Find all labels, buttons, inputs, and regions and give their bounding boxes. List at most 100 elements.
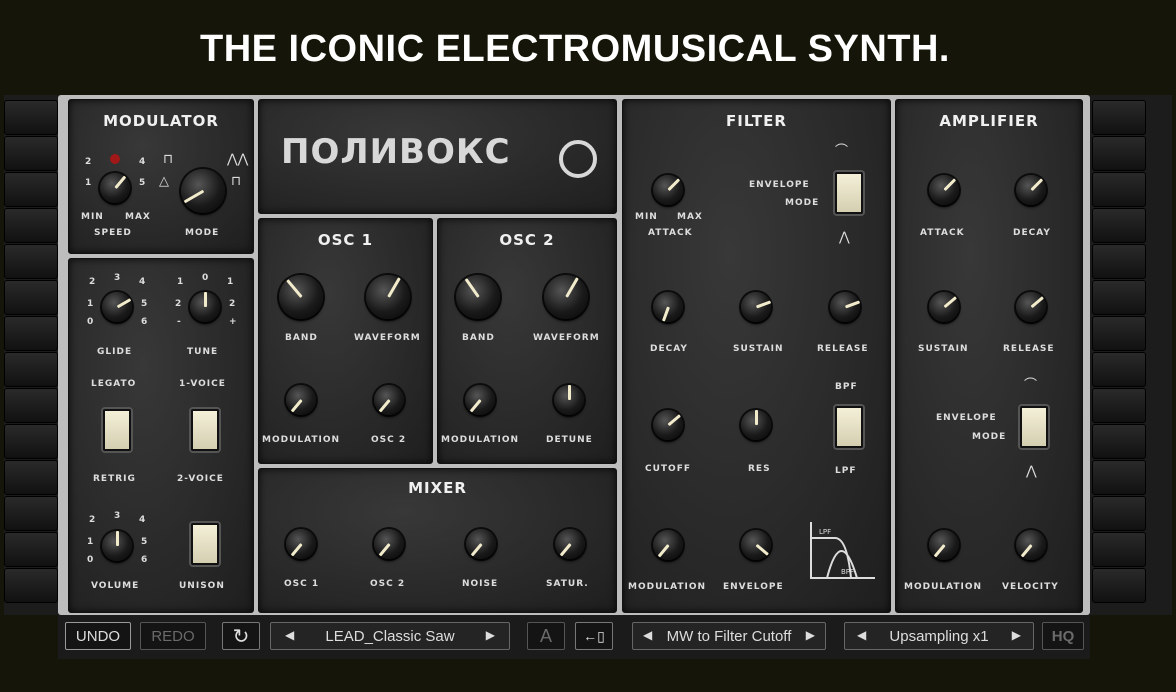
- rack-slat: [4, 496, 58, 531]
- filter-modulation-label: MODULATION: [628, 582, 707, 592]
- filter-attack-label: ATTACK: [648, 228, 693, 238]
- rack-slat: [4, 388, 58, 423]
- mixer-satur-label: SATUR.: [546, 579, 589, 589]
- ab-compare-button[interactable]: A: [527, 622, 565, 650]
- redo-button[interactable]: REDO: [140, 622, 206, 650]
- rack-slat: [1092, 172, 1146, 207]
- rack-slat: [1092, 496, 1146, 531]
- osc1-band-knob[interactable]: [279, 275, 323, 319]
- filter-envelope-amount-label: ENVELOPE: [723, 582, 784, 592]
- rack-slat: [4, 172, 58, 207]
- upsampling-selector[interactable]: ◀ Upsampling x1 ▶: [844, 622, 1034, 650]
- osc1-modulation-knob[interactable]: [286, 385, 316, 415]
- osc1-osc2-knob[interactable]: [374, 385, 404, 415]
- filter-cutoff-knob[interactable]: [653, 410, 683, 440]
- filter-title: FILTER: [726, 112, 787, 130]
- amp-decay-label: DECAY: [1013, 228, 1051, 238]
- mixer-noise-knob[interactable]: [466, 529, 496, 559]
- filter-type-switch[interactable]: [835, 406, 863, 448]
- rack-slat: [1092, 316, 1146, 351]
- osc1-osc2-label: OSC 2: [371, 435, 407, 445]
- two-voice-label: 2-VOICE: [177, 474, 224, 484]
- amp-release-knob[interactable]: [1016, 292, 1046, 322]
- mode-knob[interactable]: [181, 169, 225, 213]
- mixer-osc2-label: OSC 2: [370, 579, 406, 589]
- filter-envelope-knob[interactable]: [741, 530, 771, 560]
- osc1-band-label: BAND: [285, 333, 318, 343]
- filter-modulation-knob[interactable]: [653, 530, 683, 560]
- amp-envelope-mode-switch[interactable]: [1020, 406, 1048, 448]
- glide-knob[interactable]: [102, 292, 132, 322]
- voice-mode-switch[interactable]: [191, 409, 219, 451]
- unison-label: UNISON: [179, 581, 225, 591]
- filter-res-knob[interactable]: [741, 410, 771, 440]
- filter-envelope-label: ENVELOPE: [749, 180, 810, 190]
- amp-attack-knob[interactable]: [929, 175, 959, 205]
- mixer-osc2-knob[interactable]: [374, 529, 404, 559]
- unison-switch[interactable]: [191, 523, 219, 565]
- filter-envelope-mode-switch[interactable]: [835, 172, 863, 214]
- amp-modulation-knob[interactable]: [929, 530, 959, 560]
- amp-velocity-knob[interactable]: [1016, 530, 1046, 560]
- osc2-band-knob[interactable]: [456, 275, 500, 319]
- square-wave-icon: ⊓: [163, 152, 174, 167]
- osc2-title: OSC 2: [499, 231, 555, 249]
- mixer-noise-label: NOISE: [462, 579, 499, 589]
- amp-decay-knob[interactable]: [1016, 175, 1046, 205]
- logo-panel: ПОЛИВОКС: [258, 99, 617, 214]
- amp-sustain-knob[interactable]: [929, 292, 959, 322]
- mixer-satur-knob[interactable]: [555, 529, 585, 559]
- hq-button[interactable]: HQ: [1042, 622, 1084, 650]
- osc2-band-label: BAND: [462, 333, 495, 343]
- rack-slat: [4, 568, 58, 603]
- filter-attack-knob[interactable]: [653, 175, 683, 205]
- osc2-modulation-label: MODULATION: [441, 435, 520, 445]
- upsampling-next-arrow-icon[interactable]: ▶: [1012, 628, 1021, 642]
- osc1-panel: OSC 1 BAND WAVEFORM MODULATION OSC 2: [258, 218, 433, 464]
- rack-slat: [1092, 100, 1146, 135]
- osc2-detune-knob[interactable]: [554, 385, 584, 415]
- led-indicator: [110, 154, 120, 164]
- pulse-wave-icon: ⊓: [231, 174, 242, 189]
- copy-ab-button[interactable]: ←▯: [575, 622, 613, 650]
- preset-next-arrow-icon[interactable]: ▶: [486, 628, 495, 642]
- mw-next-arrow-icon[interactable]: ▶: [806, 628, 815, 642]
- preset-name: LEAD_Classic Saw: [325, 628, 455, 645]
- preset-selector[interactable]: ◀ LEAD_Classic Saw ▶: [270, 622, 510, 650]
- retrig-label: RETRIG: [93, 474, 136, 484]
- osc1-waveform-knob[interactable]: [366, 275, 410, 319]
- filter-release-knob[interactable]: [830, 292, 860, 322]
- rack-slat: [1092, 208, 1146, 243]
- rack-slat: [4, 244, 58, 279]
- mixer-panel: MIXER OSC 1 OSC 2 NOISE SATUR.: [258, 468, 617, 613]
- rack-slat: [4, 280, 58, 315]
- filter-mode-label: MODE: [785, 198, 820, 208]
- osc2-detune-label: DETUNE: [546, 435, 593, 445]
- volume-knob[interactable]: [102, 531, 132, 561]
- amp-modulation-label: MODULATION: [904, 582, 983, 592]
- rack-slat: [4, 316, 58, 351]
- one-voice-label: 1-VOICE: [179, 379, 226, 389]
- copy-icon: ←▯: [583, 627, 605, 644]
- amp-velocity-label: VELOCITY: [1002, 582, 1059, 592]
- mod-wheel-selector[interactable]: ◀ MW to Filter Cutoff ▶: [632, 622, 826, 650]
- polivoks-logo: ПОЛИВОКС: [281, 132, 511, 172]
- amp-mode-label: MODE: [972, 432, 1007, 442]
- filter-sustain-label: SUSTAIN: [733, 344, 784, 354]
- filter-decay-knob[interactable]: [653, 292, 683, 322]
- svg-text:BPF: BPF: [841, 568, 854, 576]
- amp-env-ar-icon: ⋀: [1026, 464, 1037, 479]
- osc2-waveform-knob[interactable]: [544, 275, 588, 319]
- mixer-osc1-knob[interactable]: [286, 529, 316, 559]
- rack-slat: [4, 424, 58, 459]
- undo-button[interactable]: UNDO: [65, 622, 131, 650]
- rack-slat: [4, 460, 58, 495]
- reset-button[interactable]: ↻: [222, 622, 260, 650]
- osc2-modulation-knob[interactable]: [465, 385, 495, 415]
- tune-knob[interactable]: [190, 292, 220, 322]
- filter-sustain-knob[interactable]: [741, 292, 771, 322]
- filter-release-label: RELEASE: [817, 344, 869, 354]
- speed-knob[interactable]: [100, 173, 130, 203]
- rack-slat: [4, 352, 58, 387]
- legato-retrig-switch[interactable]: [103, 409, 131, 451]
